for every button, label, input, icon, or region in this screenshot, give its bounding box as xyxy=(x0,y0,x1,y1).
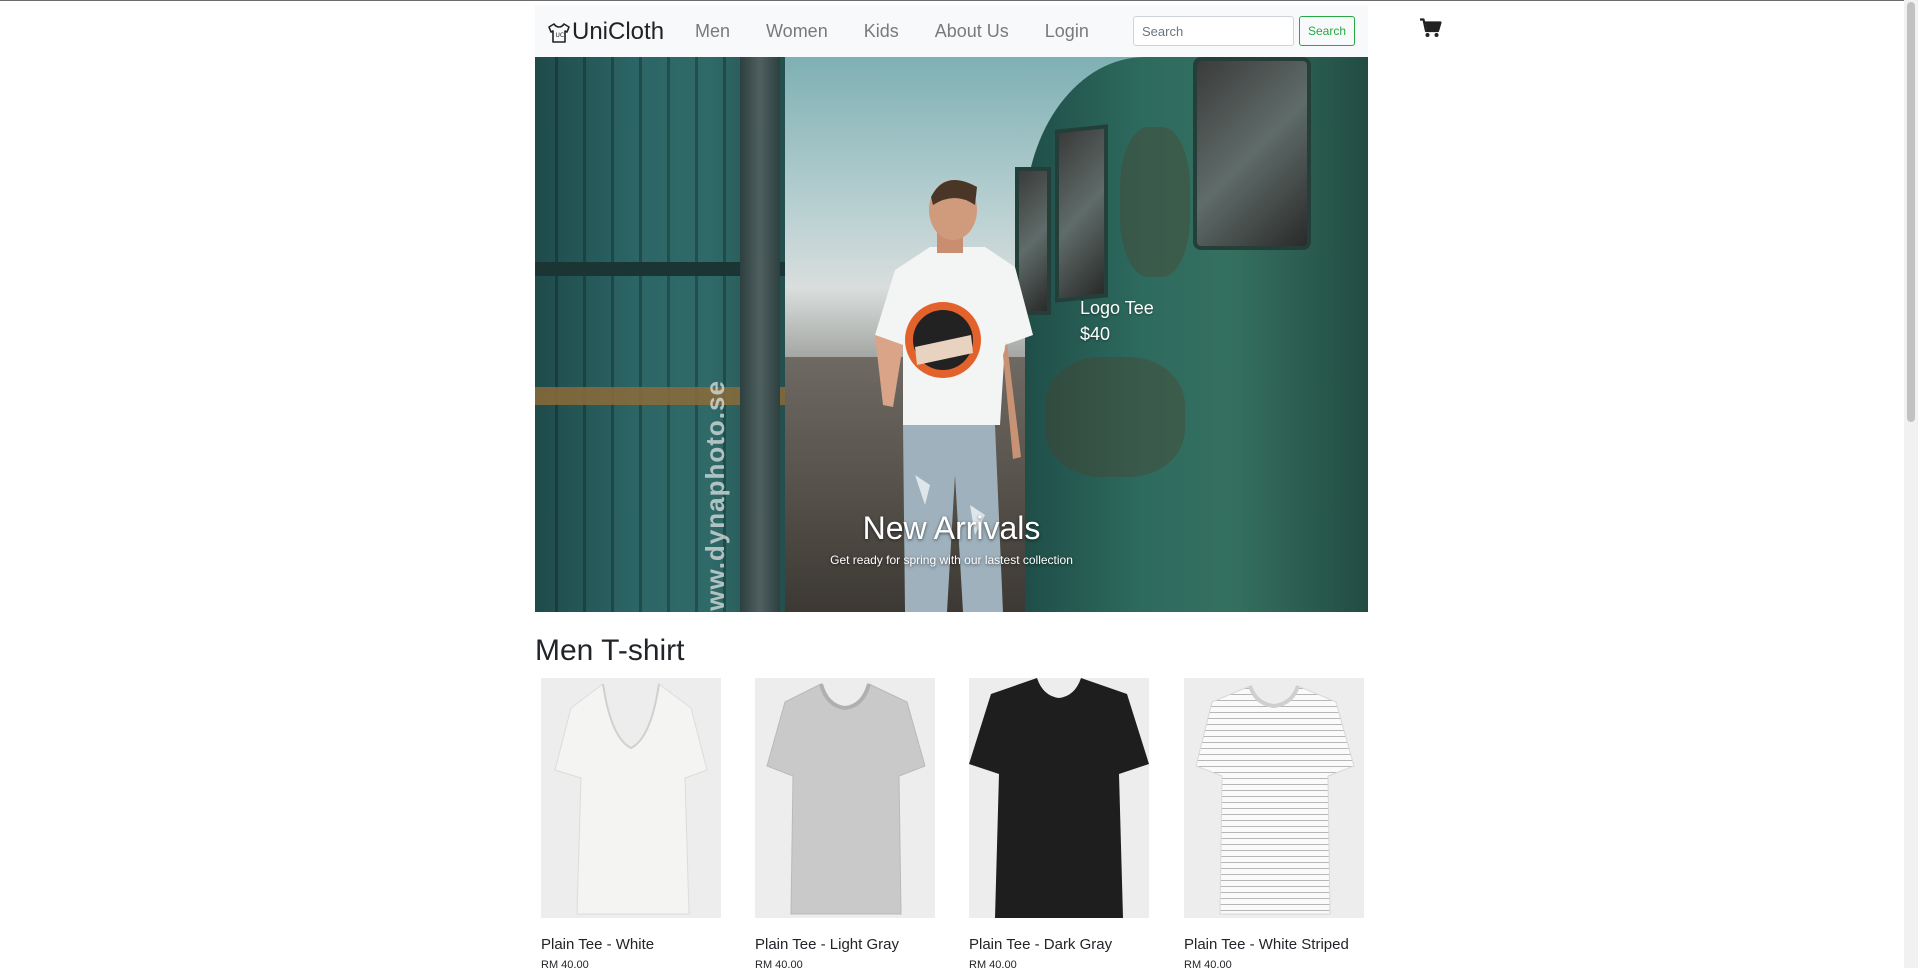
product-price: RM 40.00 xyxy=(541,959,589,968)
product-card[interactable]: Plain Tee - Dark Gray RM 40.00 xyxy=(969,678,1149,968)
product-card[interactable]: Plain Tee - White RM 40.00 xyxy=(541,678,721,968)
product-name[interactable]: Plain Tee - White xyxy=(541,936,654,953)
navbar: UC UniCloth Men Women Kids About Us Logi… xyxy=(535,5,1368,57)
hero-subtitle: Get ready for spring with our lastest co… xyxy=(830,553,1073,567)
hero-title: New Arrivals xyxy=(862,510,1041,546)
product-grid: Plain Tee - White RM 40.00 Plain Tee - L… xyxy=(535,678,1368,968)
section-title: Men T-shirt xyxy=(535,634,685,667)
product-image[interactable] xyxy=(755,678,935,918)
brand-name: UniCloth xyxy=(572,18,665,45)
product-name[interactable]: Plain Tee - White Striped xyxy=(1184,936,1349,953)
page-scrollbar[interactable] xyxy=(1904,0,1918,968)
nav-link-login[interactable]: Login xyxy=(1045,21,1089,42)
shopping-cart-icon[interactable] xyxy=(1420,18,1442,38)
nav-link-women[interactable]: Women xyxy=(766,21,828,42)
product-card[interactable]: Plain Tee - White Striped RM 40.00 xyxy=(1184,678,1364,968)
hero-caption: New Arrivals Get ready for spring with o… xyxy=(535,509,1368,567)
nav-links: Men Women Kids About Us Login xyxy=(695,5,1089,57)
hero-carousel[interactable]: www.dynaphoto.se Logo Tee $40 New Arriva… xyxy=(535,57,1368,612)
hero-product-price: $40 xyxy=(1080,324,1111,344)
product-price: RM 40.00 xyxy=(1184,959,1232,968)
hero-container-graffiti: www.dynaphoto.se xyxy=(700,380,730,612)
t-shirt-logo-icon: UC xyxy=(548,23,570,43)
nav-link-men[interactable]: Men xyxy=(695,21,730,42)
search-input[interactable] xyxy=(1133,16,1294,46)
search-button[interactable]: Search xyxy=(1299,16,1355,46)
brand-link[interactable]: UC UniCloth xyxy=(547,17,664,47)
svg-text:UC: UC xyxy=(556,32,565,39)
nav-link-kids[interactable]: Kids xyxy=(864,21,899,42)
product-image[interactable] xyxy=(969,678,1149,918)
product-price: RM 40.00 xyxy=(969,959,1017,968)
nav-link-about-us[interactable]: About Us xyxy=(935,21,1009,42)
product-name[interactable]: Plain Tee - Dark Gray xyxy=(969,936,1112,953)
page: UC UniCloth Men Women Kids About Us Logi… xyxy=(0,1,1904,968)
hero-product-name: Logo Tee xyxy=(1080,298,1154,318)
product-price: RM 40.00 xyxy=(755,959,803,968)
product-card[interactable]: Plain Tee - Light Gray RM 40.00 xyxy=(755,678,935,968)
scrollbar-thumb[interactable] xyxy=(1907,2,1915,422)
product-image[interactable] xyxy=(541,678,721,918)
hero-product-caption: Logo Tee $40 xyxy=(1080,295,1154,347)
product-name[interactable]: Plain Tee - Light Gray xyxy=(755,936,899,953)
product-image[interactable] xyxy=(1184,678,1364,918)
